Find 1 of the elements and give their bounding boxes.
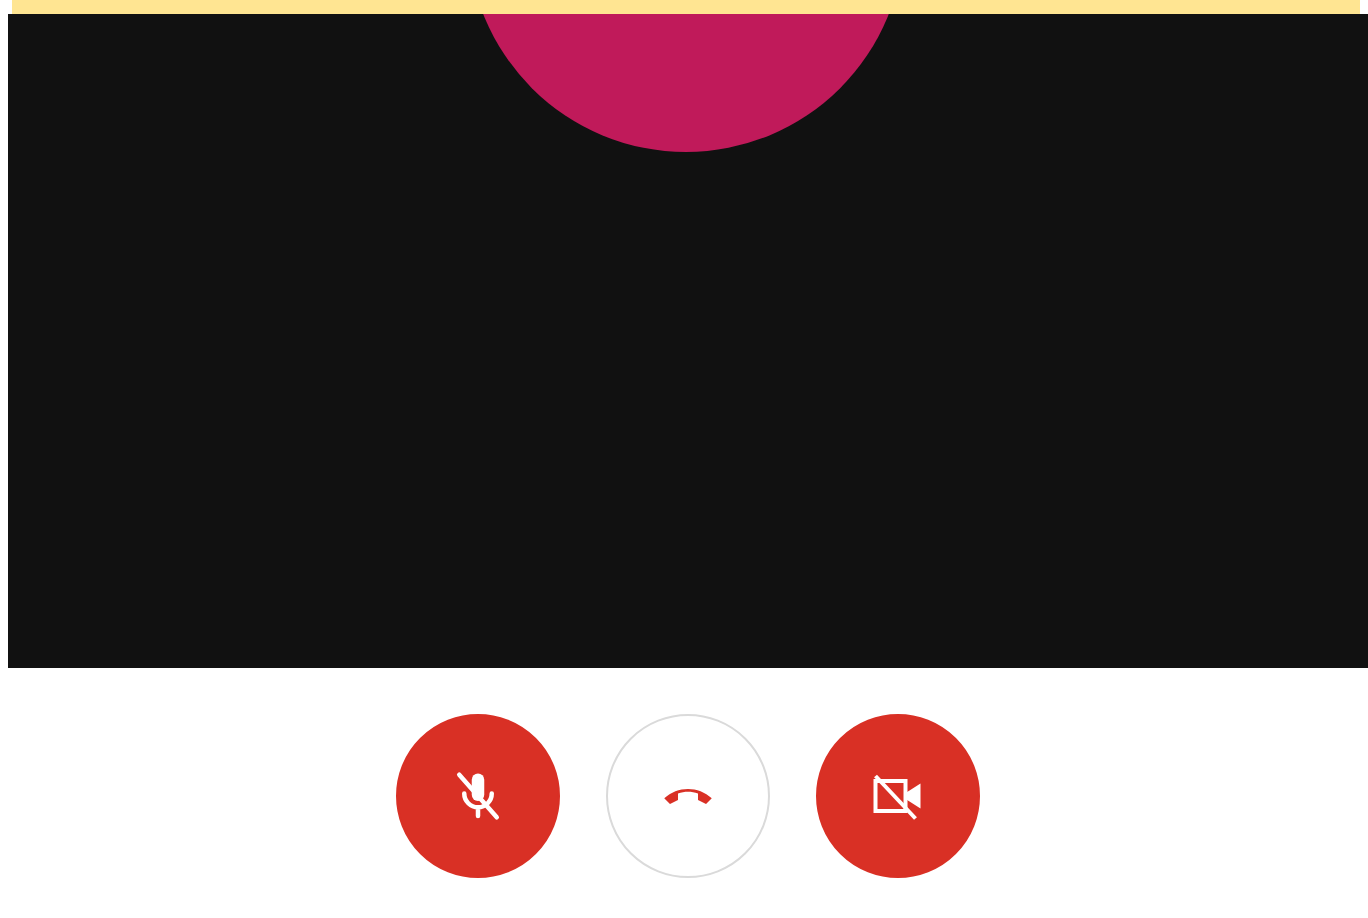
phone-hangup-icon — [664, 788, 712, 804]
